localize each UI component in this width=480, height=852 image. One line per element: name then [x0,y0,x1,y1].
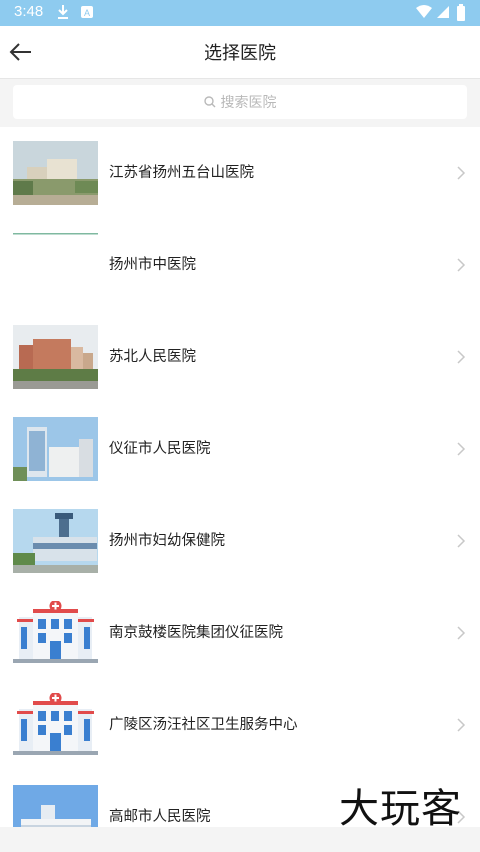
chevron-right-icon [457,626,466,640]
hospital-building-icon [13,601,98,663]
header: 选择医院 [0,26,480,79]
page-title: 选择医院 [204,43,276,64]
hospital-photo [13,785,98,827]
signal-icon [437,6,449,18]
hospital-photo [13,325,98,389]
hospital-name: 仪征市人民医院 [109,441,211,457]
chevron-right-icon [457,718,466,732]
hospital-name: 江苏省扬州五台山医院 [109,165,254,181]
wifi-icon [416,5,432,18]
hospital-row[interactable]: 扬州市中医院 [0,219,480,311]
hospital-photo [13,141,98,205]
chevron-right-icon [457,258,466,272]
app-notification-icon: A [81,6,93,18]
status-bar: 3:48 A [0,0,480,26]
hospital-name: 广陵区汤汪社区卫生服务中心 [109,717,298,733]
hospital-photo [13,417,98,481]
chevron-right-icon [457,166,466,180]
hospital-row[interactable]: 江苏省扬州五台山医院 [0,127,480,219]
download-icon [58,5,68,19]
search-bar: 搜索医院 [0,79,480,127]
watermark: 大玩客 [339,786,462,832]
hospital-row[interactable]: 扬州市妇幼保健院 [0,495,480,587]
chevron-right-icon [457,534,466,548]
battery-icon [457,4,465,21]
hospital-list: 江苏省扬州五台山医院 扬州市中医院 苏北人民医院 仪征市人民医院 扬州市妇幼保健… [0,127,480,827]
hospital-name: 高邮市人民医院 [109,809,211,825]
hospital-photo [13,509,98,573]
hospital-building-icon [13,693,98,755]
chevron-right-icon [457,350,466,364]
hospital-name: 扬州市中医院 [109,257,196,273]
hospital-row[interactable]: 苏北人民医院 [0,311,480,403]
hospital-name: 苏北人民医院 [109,349,196,365]
hospital-name: 南京鼓楼医院集团仪征医院 [109,625,283,641]
hospital-photo [13,233,98,235]
hospital-name: 扬州市妇幼保健院 [109,533,225,549]
hospital-row[interactable]: 广陵区汤汪社区卫生服务中心 [0,679,480,771]
status-time: 3:48 [14,3,44,20]
hospital-row[interactable]: 南京鼓楼医院集团仪征医院 [0,587,480,679]
search-input[interactable]: 搜索医院 [13,85,467,119]
svg-text:A: A [84,8,90,18]
search-icon [203,96,215,108]
search-placeholder: 搜索医院 [220,95,277,111]
hospital-row[interactable]: 仪征市人民医院 [0,403,480,495]
chevron-right-icon [457,442,466,456]
